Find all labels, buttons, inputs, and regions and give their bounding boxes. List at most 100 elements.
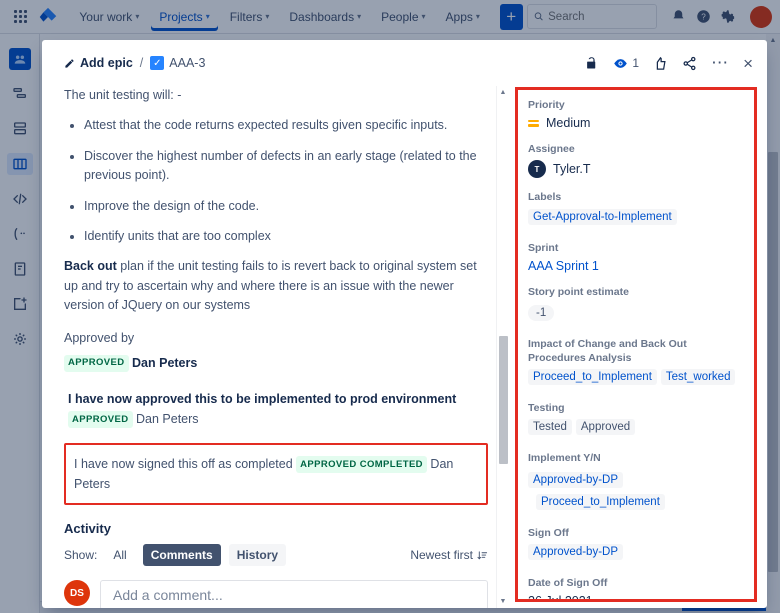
implement-tag[interactable]: Proceed_to_Implement (536, 494, 665, 510)
field-priority: Priority Medium (528, 98, 744, 130)
avatar: T (528, 160, 546, 178)
impact-tag[interactable]: Proceed_to_Implement (528, 369, 657, 385)
watch-count: 1 (632, 56, 639, 70)
field-label: Impact of Change and Back Out Procedures… (528, 337, 744, 365)
testing-tag[interactable]: Tested (528, 419, 572, 435)
field-implement: Implement Y/N Approved-by-DP Proceed_to_… (528, 451, 744, 513)
testing-tag[interactable]: Approved (576, 419, 635, 435)
field-date-of-sign-off: Date of Sign Off 26 Jul 2021 (528, 576, 744, 602)
edit-pencil-icon (64, 58, 75, 69)
labels-value: Get-Approval-to-Implement (528, 209, 744, 229)
like-icon[interactable] (653, 56, 668, 71)
testing-value: Tested Approved (528, 419, 744, 439)
list-item: Attest that the code returns expected re… (84, 116, 488, 135)
scroll-down-arrow-icon[interactable]: ▼ (500, 598, 507, 605)
tab-all[interactable]: All (105, 544, 134, 566)
field-sprint: Sprint AAA Sprint 1 (528, 241, 744, 273)
label-tag[interactable]: Get-Approval-to-Implement (528, 209, 677, 225)
activity-title: Activity (64, 521, 488, 536)
sort-descending-icon (477, 550, 488, 561)
tab-history[interactable]: History (229, 544, 286, 566)
add-epic-label: Add epic (80, 56, 133, 70)
field-label: Assignee (528, 142, 744, 156)
field-story-points: Story point estimate -1 (528, 285, 744, 325)
assignee-value[interactable]: T Tyler.T (528, 160, 744, 178)
signoff-text: I have now approved this to be implement… (68, 392, 456, 406)
implement-value: Approved-by-DP Proceed_to_Implement (528, 470, 744, 514)
impact-value: Proceed_to_Implement Test_worked (528, 369, 744, 389)
issue-key-label: AAA-3 (169, 56, 205, 70)
approved-by-label: Approved by (64, 329, 488, 348)
backout-text: plan if the unit testing fails to is rev… (64, 259, 477, 312)
signoff-line-approved: I have now approved this to be implement… (64, 389, 488, 429)
description-bullet-list: Attest that the code returns expected re… (64, 116, 488, 246)
list-item: Discover the highest number of defects i… (84, 147, 488, 186)
modal-scrollbar[interactable]: ▲ ▼ (496, 86, 509, 608)
watch-button[interactable]: 1 (613, 56, 639, 71)
implement-tag-row-2: Proceed_to_Implement (536, 492, 744, 514)
signoff-line-completed: I have now signed this off as completed … (74, 454, 478, 494)
sort-label: Newest first (410, 548, 473, 562)
breadcrumb-separator: / (140, 56, 143, 70)
issue-key-link[interactable]: ✓ AAA-3 (150, 56, 205, 70)
close-icon[interactable]: × (743, 55, 753, 72)
modal-scroll-thumb[interactable] (499, 336, 508, 464)
issue-details-panel: Priority Medium Assignee T Tyler.T Label… (515, 87, 757, 602)
signoff-text: I have now signed this off as completed (74, 457, 293, 471)
issue-description-column: The unit testing will: - Attest that the… (64, 86, 496, 608)
field-label: Testing (528, 401, 744, 415)
activity-filter-row: Show: All Comments History Newest first (64, 544, 488, 566)
story-points-pill[interactable]: -1 (528, 305, 554, 321)
implement-tag[interactable]: Approved-by-DP (528, 472, 623, 488)
field-assignee: Assignee T Tyler.T (528, 142, 744, 178)
field-label: Sign Off (528, 526, 744, 540)
scroll-up-arrow-icon[interactable]: ▲ (500, 89, 507, 96)
priority-medium-icon (528, 120, 539, 127)
field-label: Priority (528, 98, 744, 112)
field-testing: Testing Tested Approved (528, 401, 744, 439)
signoff-value: Approved-by-DP (528, 544, 744, 564)
unlock-icon[interactable] (584, 56, 599, 71)
comment-input[interactable]: Add a comment... (100, 580, 488, 608)
description-intro: The unit testing will: - (64, 86, 488, 105)
add-epic-button[interactable]: Add epic (64, 56, 133, 70)
signoff-tag[interactable]: Approved-by-DP (528, 544, 623, 560)
breadcrumb: Add epic / ✓ AAA-3 (64, 56, 205, 70)
share-icon[interactable] (682, 56, 697, 71)
approved-by-block: Approved by APPROVED Dan Peters (64, 329, 488, 373)
screen-root: Your work ▾ Projects ▾ Filters ▾ Dashboa… (0, 0, 780, 613)
field-label: Labels (528, 190, 744, 204)
status-badge: APPROVED (64, 355, 129, 372)
avatar: DS (64, 580, 90, 606)
issue-detail-modal: Add epic / ✓ AAA-3 (42, 40, 767, 608)
approver-name: Dan Peters (132, 356, 197, 370)
backout-paragraph: Back out plan if the unit testing fails … (64, 257, 488, 315)
field-impact-analysis: Impact of Change and Back Out Procedures… (528, 337, 744, 389)
field-label: Date of Sign Off (528, 576, 744, 590)
list-item: Improve the design of the code. (84, 197, 488, 216)
modal-header: Add epic / ✓ AAA-3 (42, 40, 767, 86)
sprint-link[interactable]: AAA Sprint 1 (528, 259, 744, 273)
show-label: Show: (64, 548, 97, 562)
field-label: Implement Y/N (528, 451, 744, 465)
field-label: Story point estimate (528, 285, 744, 299)
description-content: The unit testing will: - Attest that the… (64, 86, 488, 505)
sort-order-button[interactable]: Newest first (410, 548, 488, 562)
task-type-icon: ✓ (150, 56, 164, 70)
backout-bold-label: Back out (64, 259, 117, 273)
priority-value[interactable]: Medium (528, 116, 744, 130)
activity-section: Activity Show: All Comments History Newe… (64, 521, 488, 608)
priority-label: Medium (546, 116, 590, 130)
field-sign-off: Sign Off Approved-by-DP (528, 526, 744, 564)
impact-tag[interactable]: Test_worked (661, 369, 736, 385)
annotation-highlight-completed: I have now signed this off as completed … (64, 443, 488, 505)
add-comment-row: DS Add a comment... (64, 580, 488, 608)
modal-body: The unit testing will: - Attest that the… (42, 86, 767, 608)
date-signoff-value[interactable]: 26 Jul 2021 (528, 594, 744, 602)
list-item: Identify units that are too complex (84, 227, 488, 246)
tab-comments[interactable]: Comments (143, 544, 221, 566)
story-points-value: -1 (528, 303, 744, 325)
approved-by-value: APPROVED Dan Peters (64, 354, 488, 373)
assignee-name: Tyler.T (553, 162, 591, 176)
modal-header-actions: 1 ⋯ × (584, 55, 753, 72)
